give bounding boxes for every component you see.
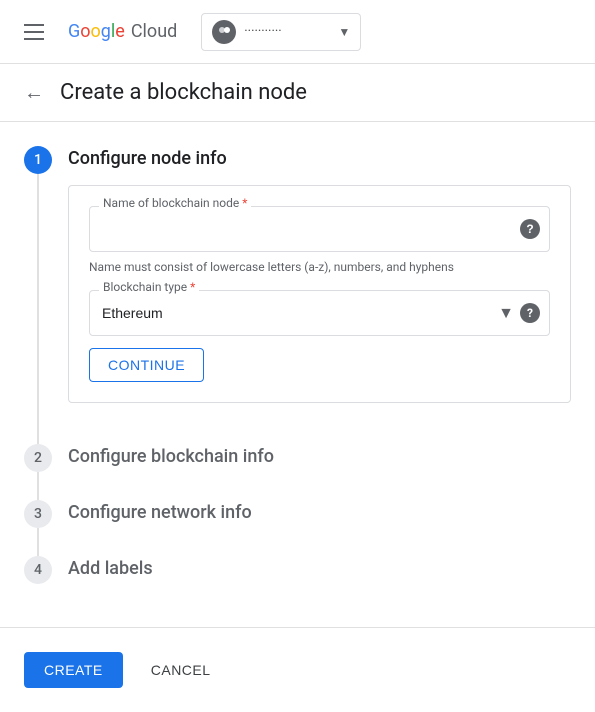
blockchain-type-group: Blockchain type * Ethereum Bitcoin Solan… (89, 290, 550, 336)
cancel-button[interactable]: CANCEL (135, 652, 227, 688)
blockchain-required-star: * (190, 280, 195, 294)
step-2-line (37, 472, 39, 500)
blockchain-type-wrapper: Ethereum Bitcoin Solana ▼ ? (89, 290, 550, 336)
continue-button[interactable]: CONTINUE (89, 348, 204, 382)
node-name-hint: Name must consist of lowercase letters (… (89, 260, 550, 274)
step-2-content: Configure blockchain info (68, 444, 571, 500)
create-button[interactable]: CREATE (24, 652, 123, 688)
node-name-input[interactable] (89, 206, 550, 252)
step-1-number: 1 (24, 146, 52, 174)
step-2-row: 2 Configure blockchain info (24, 444, 571, 500)
step-1-row: 1 Configure node info Name of blockchain… (24, 146, 571, 444)
step-1-form: Name of blockchain node * ? Name must co… (68, 185, 571, 403)
step-4-title: Add labels (68, 556, 571, 579)
cloud-label: Cloud (131, 21, 177, 42)
step-3-row: 3 Configure network info (24, 500, 571, 556)
step-4-content: Add labels (68, 556, 571, 611)
menu-button[interactable] (16, 16, 52, 48)
project-avatar (212, 20, 236, 44)
node-name-help-button[interactable]: ? (520, 219, 540, 239)
step-2-number: 2 (24, 444, 52, 472)
project-selector[interactable]: ··········· ▼ (201, 13, 361, 51)
step-3-line (37, 528, 39, 556)
step-1-title: Configure node info (68, 146, 571, 169)
step-1-connector: 1 (24, 146, 52, 444)
blockchain-type-select[interactable]: Ethereum Bitcoin Solana (89, 290, 550, 336)
step-1-line (37, 174, 39, 444)
step-4-connector: 4 (24, 556, 52, 611)
page-header: ← Create a blockchain node (0, 64, 595, 122)
main-content: 1 Configure node info Name of blockchain… (0, 122, 595, 611)
step-3-title: Configure network info (68, 500, 571, 523)
step-2-title: Configure blockchain info (68, 444, 571, 467)
step-1-content: Configure node info Name of blockchain n… (68, 146, 571, 444)
blockchain-type-label: Blockchain type * (99, 280, 199, 294)
google-cloud-logo: Google Cloud (68, 21, 177, 42)
logo-wordmark: Google (68, 21, 125, 42)
project-name: ··········· (244, 24, 330, 39)
chevron-down-icon: ▼ (338, 25, 350, 39)
back-button[interactable]: ← (24, 80, 44, 105)
blockchain-type-help-button[interactable]: ? (520, 303, 540, 323)
step-3-number: 3 (24, 500, 52, 528)
step-3-content: Configure network info (68, 500, 571, 556)
node-name-label: Name of blockchain node * (99, 196, 251, 210)
node-name-group: Name of blockchain node * ? (89, 206, 550, 252)
step-2-connector: 2 (24, 444, 52, 500)
steps-container: 1 Configure node info Name of blockchain… (24, 146, 571, 611)
page-title: Create a blockchain node (60, 80, 307, 105)
footer: CREATE CANCEL (0, 627, 595, 712)
top-navigation: Google Cloud ··········· ▼ (0, 0, 595, 64)
step-4-row: 4 Add labels (24, 556, 571, 611)
required-star: * (242, 196, 247, 210)
step-4-number: 4 (24, 556, 52, 584)
step-3-connector: 3 (24, 500, 52, 556)
